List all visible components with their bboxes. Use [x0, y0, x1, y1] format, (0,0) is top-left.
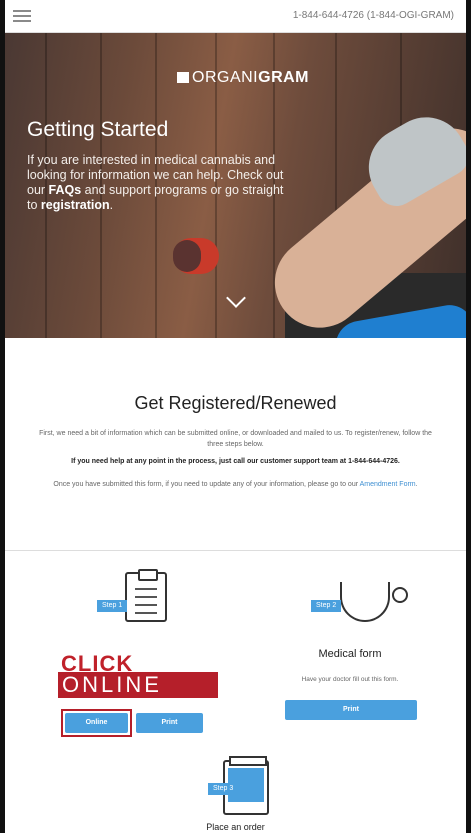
logo-mark-icon: [177, 72, 189, 83]
phone-number[interactable]: 1-844-644-4726 (1-844-OGI-GRAM): [293, 10, 454, 21]
amendment-form-link[interactable]: Amendment Form: [360, 481, 416, 488]
registration-section: Get Registered/Renewed First, we need a …: [5, 338, 466, 548]
page-frame: 1-844-644-4726 (1-844-OGI-GRAM) ORGANIGR…: [0, 0, 471, 833]
section-divider: [5, 550, 466, 551]
step-2-tag: Step 2: [311, 600, 342, 612]
top-bar: 1-844-644-4726 (1-844-OGI-GRAM): [5, 0, 466, 33]
medical-form-title: Medical form: [318, 648, 382, 660]
hero-title: Getting Started: [27, 118, 169, 141]
medical-form-subtitle: Have your doctor fill out this form.: [301, 676, 399, 683]
stethoscope-icon: [340, 582, 408, 622]
foam-roller-image: [173, 238, 219, 274]
hamburger-icon[interactable]: [13, 10, 31, 22]
organigram-logo[interactable]: ORGANIGRAM: [177, 69, 309, 87]
intro-paragraph: First, we need a bit of information whic…: [39, 430, 432, 448]
online-button[interactable]: Online: [65, 713, 128, 733]
section-title: Get Registered/Renewed: [134, 393, 337, 413]
print-button-step2[interactable]: Print: [285, 700, 417, 720]
clipboard-icon: [125, 569, 167, 622]
step-1-tag: Step 1: [97, 600, 128, 612]
online-annotation: ONLINE: [58, 672, 218, 698]
hero-banner: ORGANIGRAM Getting Started If you are in…: [5, 33, 466, 338]
registration-link[interactable]: registration: [41, 198, 110, 212]
chevron-down-icon[interactable]: [226, 288, 246, 308]
hero-description: If you are interested in medical cannabi…: [27, 153, 284, 212]
print-button-step1[interactable]: Print: [136, 713, 203, 733]
step-3-tag: Step 3: [208, 783, 239, 795]
faqs-link[interactable]: FAQs: [49, 183, 82, 197]
place-order-title: Place an order: [206, 822, 265, 832]
support-paragraph: If you need help at any point in the pro…: [71, 458, 400, 465]
amendment-paragraph: Once you have submitted this form, if yo…: [53, 481, 418, 488]
